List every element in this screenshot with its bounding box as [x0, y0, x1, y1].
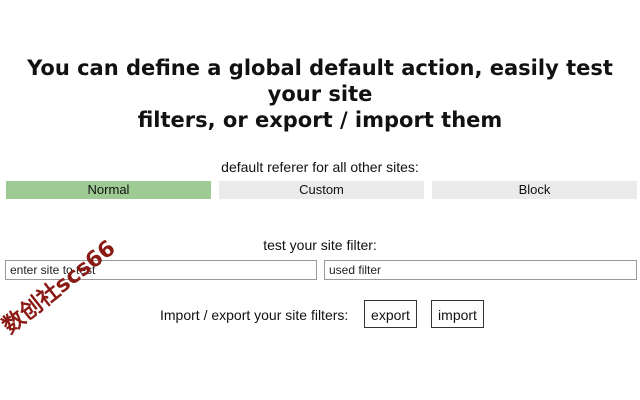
- import-export-label: Import / export your site filters:: [160, 307, 349, 323]
- referer-normal-button[interactable]: Normal: [6, 181, 211, 199]
- headline-line-2: filters, or export / import them: [137, 108, 503, 132]
- import-button[interactable]: import: [431, 300, 484, 328]
- referer-custom-button[interactable]: Custom: [219, 181, 424, 199]
- import-export-row: Import / export your site filters: expor…: [0, 300, 640, 330]
- used-filter-field[interactable]: [324, 260, 637, 280]
- options-page: You can define a global default action, …: [0, 0, 640, 400]
- headline-line-1: You can define a global default action, …: [27, 56, 613, 106]
- default-referer-label: default referer for all other sites:: [221, 159, 419, 175]
- page-headline: You can define a global default action, …: [20, 55, 620, 133]
- referer-button-group: Normal Custom Block: [6, 181, 638, 199]
- export-button[interactable]: export: [364, 300, 417, 328]
- referer-block-button[interactable]: Block: [432, 181, 637, 199]
